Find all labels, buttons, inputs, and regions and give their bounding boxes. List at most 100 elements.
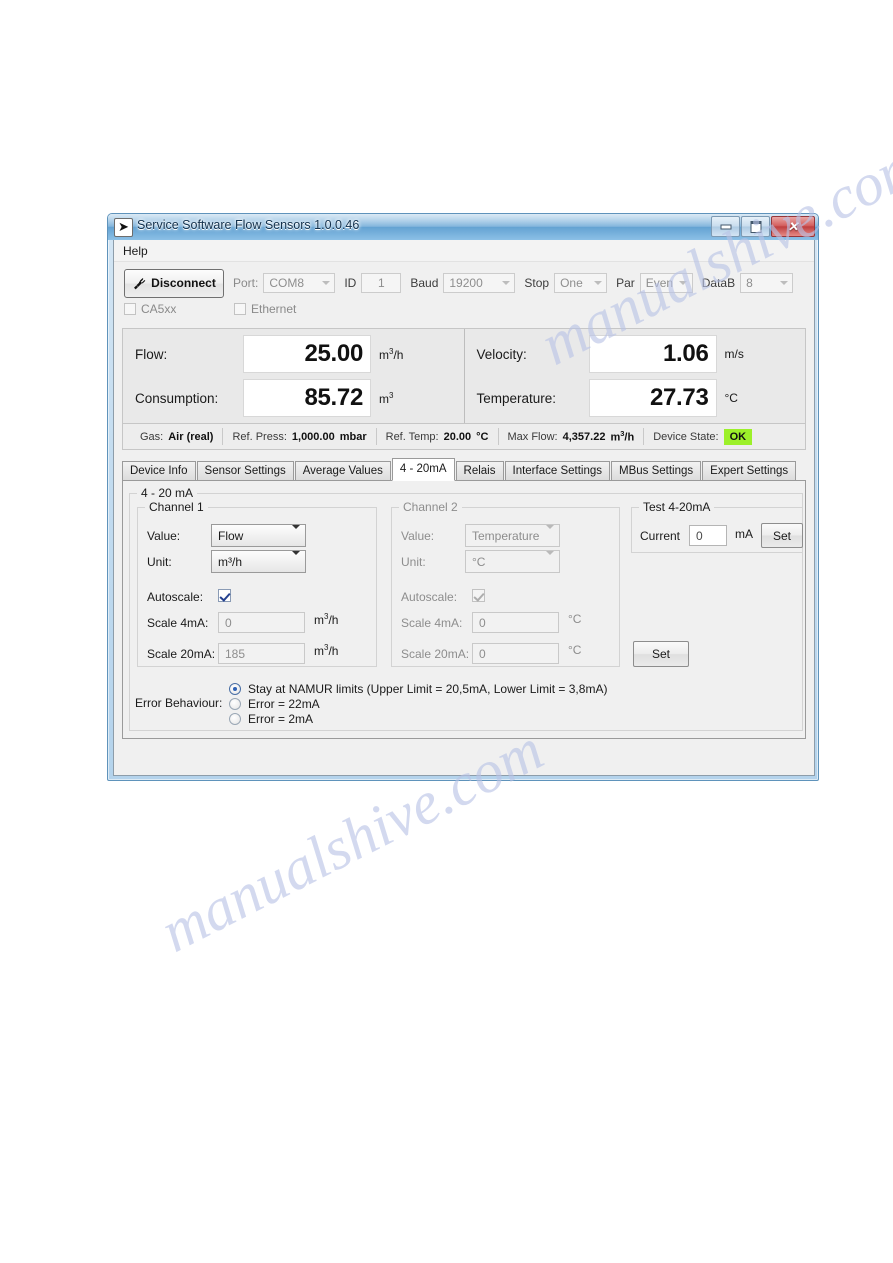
ethernet-label: Ethernet	[251, 302, 297, 316]
ethernet-checkbox[interactable]	[234, 303, 246, 315]
window-controls: ✕	[711, 216, 815, 237]
ch2-scale20-label: Scale 20mA:	[401, 647, 470, 661]
port-select[interactable]: COM8	[263, 273, 336, 293]
parity-value: Even	[645, 276, 674, 290]
ch1-scale4-label: Scale 4mA:	[147, 616, 209, 630]
tab-interface-settings[interactable]: Interface Settings	[504, 461, 610, 480]
flow-unit: m3/h	[379, 346, 404, 362]
minimize-icon	[720, 224, 731, 229]
status-badge: OK	[723, 428, 753, 445]
ref-temp-value: 20.00	[443, 430, 472, 443]
ch2-scale4-unit: °C	[568, 612, 582, 626]
databits-select[interactable]: 8	[740, 273, 794, 293]
flow-value: 25.00	[243, 335, 371, 373]
radio-22ma-label: Error = 22mA	[248, 697, 320, 711]
tab-average-values[interactable]: Average Values	[294, 461, 391, 480]
ch2-unit-select[interactable]: °C	[465, 550, 560, 573]
measurement-column-left: Flow: 25.00 m3/h Consumption: 85.72 m3	[123, 329, 464, 423]
measurement-consumption: Consumption: 85.72 m3	[135, 376, 464, 420]
consumption-label: Consumption:	[135, 390, 219, 406]
ch1-scale20-unit: m3/h	[314, 643, 339, 658]
velocity-value: 1.06	[588, 335, 717, 373]
temperature-label: Temperature:	[476, 390, 557, 406]
ref-press-unit: mbar	[339, 430, 367, 443]
measurement-temperature: Temperature: 27.73 °C	[477, 376, 806, 420]
ch2-unit-label: Unit:	[401, 555, 426, 569]
tab-expert-settings[interactable]: Expert Settings	[702, 461, 797, 480]
ch1-value-select[interactable]: Flow	[211, 524, 306, 547]
baud-value: 19200	[449, 276, 483, 290]
ch1-autoscale-label: Autoscale:	[147, 590, 204, 604]
maximize-button[interactable]	[741, 216, 770, 237]
error-option-2ma[interactable]: Error = 2mA	[229, 712, 313, 726]
parity-label: Par	[616, 276, 635, 290]
tab-relais[interactable]: Relais	[455, 461, 504, 480]
status-gas: Gas: Air (real)	[131, 428, 222, 445]
id-input[interactable]: 1	[361, 273, 402, 293]
gas-label: Gas:	[140, 430, 164, 443]
radio-2ma[interactable]	[229, 713, 241, 725]
radio-namur-label: Stay at NAMUR limits (Upper Limit = 20,5…	[248, 682, 608, 696]
ch1-value-text: Flow	[218, 528, 244, 543]
ch2-scale20-input[interactable]: 0	[472, 643, 559, 664]
measurement-flow: Flow: 25.00 m3/h	[135, 332, 464, 376]
measurement-velocity: Velocity: 1.06 m/s	[477, 332, 806, 376]
chevron-down-icon	[589, 274, 606, 292]
ch1-autoscale-checkbox[interactable]	[218, 589, 231, 602]
ch2-scale4-input[interactable]: 0	[472, 612, 559, 633]
ethernet-checkbox-row[interactable]: Ethernet	[234, 302, 296, 316]
port-label: Port:	[233, 276, 259, 290]
ch2-autoscale-checkbox[interactable]	[472, 589, 485, 602]
status-ref-press: Ref. Press: 1,000.00 mbar	[222, 428, 375, 445]
tab-device-info[interactable]: Device Info	[122, 461, 196, 480]
baud-label: Baud	[410, 276, 439, 290]
gas-value: Air (real)	[168, 430, 214, 443]
plug-icon	[134, 277, 146, 289]
id-label: ID	[344, 276, 357, 290]
stop-label: Stop	[524, 276, 550, 290]
ref-temp-unit: °C	[476, 430, 489, 443]
flow-label: Flow:	[135, 346, 168, 362]
tab-mbus-settings[interactable]: MBus Settings	[611, 461, 702, 480]
ch2-unit-text: °C	[472, 554, 486, 569]
baud-select[interactable]: 19200	[443, 273, 516, 293]
stopbits-select[interactable]: One	[554, 273, 608, 293]
menu-item-help[interactable]: Help	[114, 242, 157, 260]
connection-toolbar: Disconnect Port: COM8 ID 1 Baud 19200 St…	[114, 262, 814, 320]
chevron-down-icon	[317, 274, 334, 292]
minimize-button[interactable]	[711, 216, 740, 237]
chevron-down-icon	[292, 550, 300, 569]
ca5xx-label: CA5xx	[141, 302, 177, 316]
ch1-scale20-input[interactable]: 185	[218, 643, 305, 664]
ch2-value-text: Temperature	[472, 528, 540, 543]
application-window: ➤ Service Software Flow Sensors 1.0.0.46…	[107, 213, 819, 781]
radio-22ma[interactable]	[229, 698, 241, 710]
ca5xx-checkbox-row[interactable]: CA5xx	[124, 302, 234, 316]
parity-select[interactable]: Even	[639, 273, 693, 293]
test-4-20ma-title: Test 4-20mA	[639, 500, 715, 514]
status-strip: Gas: Air (real) Ref. Press: 1,000.00 mba…	[122, 424, 806, 450]
apply-set-button[interactable]: Set	[633, 641, 689, 667]
ca5xx-checkbox[interactable]	[124, 303, 136, 315]
ch1-unit-select[interactable]: m³/h	[211, 550, 306, 573]
title-bar: ➤ Service Software Flow Sensors 1.0.0.46…	[108, 214, 818, 240]
test-current-input[interactable]: 0	[689, 525, 727, 546]
tab-4-20ma[interactable]: 4 - 20mA	[391, 458, 455, 481]
group-4-20ma-title: 4 - 20 mA	[137, 486, 198, 500]
test-set-button[interactable]: Set	[761, 523, 803, 548]
disconnect-button[interactable]: Disconnect	[124, 268, 224, 298]
ch2-value-select[interactable]: Temperature	[465, 524, 560, 547]
test-current-label: Current	[640, 529, 681, 543]
error-option-namur[interactable]: Stay at NAMUR limits (Upper Limit = 20,5…	[229, 682, 607, 696]
error-behaviour-group: Error Behaviour: Stay at NAMUR limits (U…	[133, 679, 733, 731]
ch1-scale4-input[interactable]: 0	[218, 612, 305, 633]
databits-label: DataB	[701, 276, 736, 290]
ch2-scale4-label: Scale 4mA:	[401, 616, 463, 630]
radio-namur[interactable]	[229, 683, 241, 695]
close-button[interactable]: ✕	[771, 216, 815, 237]
error-option-22ma[interactable]: Error = 22mA	[229, 697, 320, 711]
test-current-unit: mA	[735, 527, 753, 541]
tab-sensor-settings[interactable]: Sensor Settings	[196, 461, 294, 480]
temperature-unit: °C	[724, 391, 738, 405]
ch1-scale4-unit: m3/h	[314, 612, 339, 627]
